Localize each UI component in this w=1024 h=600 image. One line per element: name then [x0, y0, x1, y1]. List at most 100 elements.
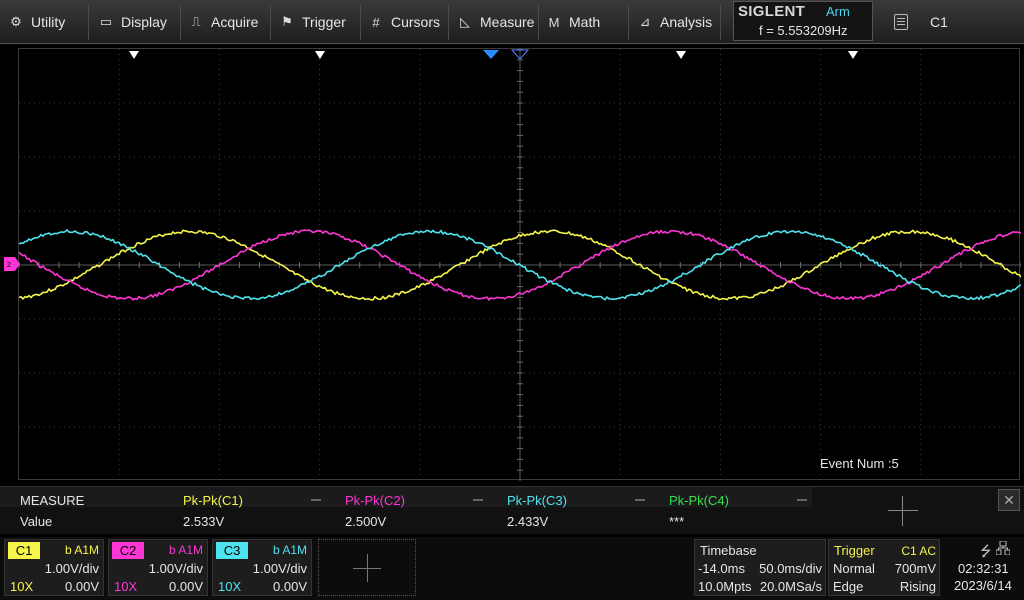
channel-vdiv: 1.00V/div — [148, 561, 203, 576]
menu-divider — [628, 4, 629, 40]
measure-item-name: Pk-Pk(C1) — [183, 493, 243, 508]
trigger-title: Trigger — [834, 543, 875, 558]
menu-measure-label: Measure — [480, 14, 535, 30]
svg-text:2: 2 — [7, 262, 11, 269]
menu-display[interactable]: ▭ Display — [98, 0, 167, 44]
channel-tag: C3 — [216, 542, 248, 559]
trigger-source: C1 AC — [901, 544, 936, 558]
menu-analysis[interactable]: ⊿ Analysis — [637, 0, 713, 44]
channel-tag: C1 — [8, 542, 40, 559]
menu-trigger-label: Trigger — [302, 14, 346, 30]
menu-utility[interactable]: ⚙ Utility — [8, 0, 65, 44]
measure-item-separator — [311, 499, 321, 501]
measure-item[interactable]: Pk-Pk(C1) 2.533V — [167, 487, 327, 535]
menu-cursors-label: Cursors — [391, 14, 441, 30]
menu-list-icon — [894, 14, 908, 30]
menu-utility-label: Utility — [31, 14, 66, 30]
channel-offset: 0.00V — [273, 579, 307, 594]
channel-ground-marker[interactable]: 2 — [4, 257, 20, 274]
trigger-markers — [129, 49, 858, 60]
channel-vdiv: 1.00V/div — [252, 561, 307, 576]
waveform-display[interactable] — [18, 48, 1021, 481]
math-icon: M — [548, 14, 560, 30]
menu-math-label: Math — [569, 14, 601, 30]
menu-divider — [180, 4, 181, 40]
channel-bandwidth: b A1M — [64, 543, 99, 557]
menu-acquire-label: Acquire — [211, 14, 259, 30]
event-marker-icon — [676, 51, 686, 59]
measure-title: MEASURE — [20, 493, 85, 508]
add-channel-button[interactable] — [318, 539, 416, 596]
menu-acquire[interactable]: ⎍ Acquire — [188, 0, 258, 44]
event-num: Event Num :5 — [820, 456, 899, 471]
channel-box-c2[interactable]: C2 b A1M 1.00V/div 10X 0.00V — [108, 539, 208, 596]
trigger-flag-icon: ⚑ — [281, 14, 293, 29]
menu-measure[interactable]: ◺ Measure — [457, 0, 534, 44]
menu-math[interactable]: M Math — [546, 0, 601, 44]
channel-offset: 0.00V — [169, 579, 203, 594]
menu-display-label: Display — [121, 14, 167, 30]
add-measure-button[interactable] — [888, 496, 918, 526]
clock-date: 2023/6/14 — [954, 578, 1012, 593]
menu-cursors[interactable]: # Cursors — [368, 0, 440, 44]
trigger-level: 700mV — [894, 561, 936, 576]
menu-divider — [538, 4, 539, 40]
network-icon — [995, 540, 1011, 556]
timebase-box[interactable]: Timebase -14.0ms 50.0ms/div 10.0Mpts 20.… — [694, 539, 826, 596]
channel-probe: 10X — [10, 579, 34, 594]
channel-bandwidth: b A1M — [272, 543, 307, 557]
measure-item-value: 2.533V — [183, 514, 225, 529]
measure-icon: ◺ — [460, 14, 470, 29]
timebase-scale: 50.0ms/div — [759, 561, 822, 576]
event-marker-icon — [848, 51, 858, 59]
trigger-box[interactable]: Trigger C1 AC Normal 700mV Edge Rising — [828, 539, 940, 596]
menu-trigger[interactable]: ⚑ Trigger — [279, 0, 346, 44]
channel-box-c1[interactable]: C1 b A1M 1.00V/div 10X 0.00V — [4, 539, 104, 596]
analysis-icon: ⊿ — [639, 14, 651, 29]
menu-divider — [360, 4, 361, 40]
channel-probe: 10X — [218, 579, 242, 594]
timebase-memory: 10.0Mpts — [698, 579, 752, 594]
measure-item-name: Pk-Pk(C2) — [345, 493, 405, 508]
trigger-type: Edge — [833, 579, 864, 594]
measure-item[interactable]: Pk-Pk(C4) *** — [653, 487, 813, 535]
status-panel[interactable]: SIGLENT Arm f = 5.553209Hz — [733, 1, 873, 41]
timebase-sample-rate: 20.0MSa/s — [759, 579, 822, 594]
gear-icon: ⚙ — [10, 14, 22, 29]
menu-analysis-label: Analysis — [660, 14, 713, 30]
clock-panel: ⭍ 02:32:31 2023/6/14 — [944, 539, 1024, 596]
siglent-logo: SIGLENT — [738, 3, 806, 20]
measure-item-separator — [635, 499, 645, 501]
timebase-delay: -14.0ms — [698, 561, 745, 576]
measure-item-value: 2.433V — [507, 514, 549, 529]
measure-item-separator — [473, 499, 483, 501]
trigger-mode: Normal — [833, 561, 875, 576]
measure-item[interactable]: Pk-Pk(C3) 2.433V — [491, 487, 651, 535]
graticule — [19, 49, 1021, 481]
measure-item-value: 2.500V — [345, 514, 387, 529]
menu-divider — [448, 4, 449, 40]
channel-tag: C2 — [112, 542, 144, 559]
measure-item-value: *** — [669, 514, 685, 529]
menu-divider — [720, 4, 721, 40]
cursors-icon: # — [372, 14, 380, 30]
menu-divider — [270, 4, 271, 40]
measure-item-name: Pk-Pk(C3) — [507, 493, 567, 508]
channel-offset: 0.00V — [65, 579, 99, 594]
channel-box-c3[interactable]: C3 b A1M 1.00V/div 10X 0.00V — [212, 539, 312, 596]
measure-item-name: Pk-Pk(C4) — [669, 493, 729, 508]
measure-item[interactable]: Pk-Pk(C2) 2.500V — [329, 487, 489, 535]
measure-item-separator — [797, 499, 807, 501]
top-menu-bar: ⚙ Utility ▭ Display ⎍ Acquire ⚑ Trigger … — [0, 0, 1024, 44]
close-icon[interactable]: ✕ — [998, 489, 1020, 511]
active-channel-label: C1 — [930, 14, 948, 30]
menu-divider — [88, 4, 89, 40]
event-marker-icon — [129, 51, 139, 59]
trigger-slope: Rising — [899, 579, 936, 594]
channel-selector[interactable]: C1 — [886, 0, 1024, 44]
channel-probe: 10X — [114, 579, 138, 594]
measure-panel: MEASURE Value Pk-Pk(C1) 2.533V Pk-Pk(C2)… — [0, 486, 1024, 534]
channel-bandwidth: b A1M — [168, 543, 203, 557]
event-marker-icon — [315, 51, 325, 59]
measure-title-col: MEASURE Value — [4, 487, 164, 535]
